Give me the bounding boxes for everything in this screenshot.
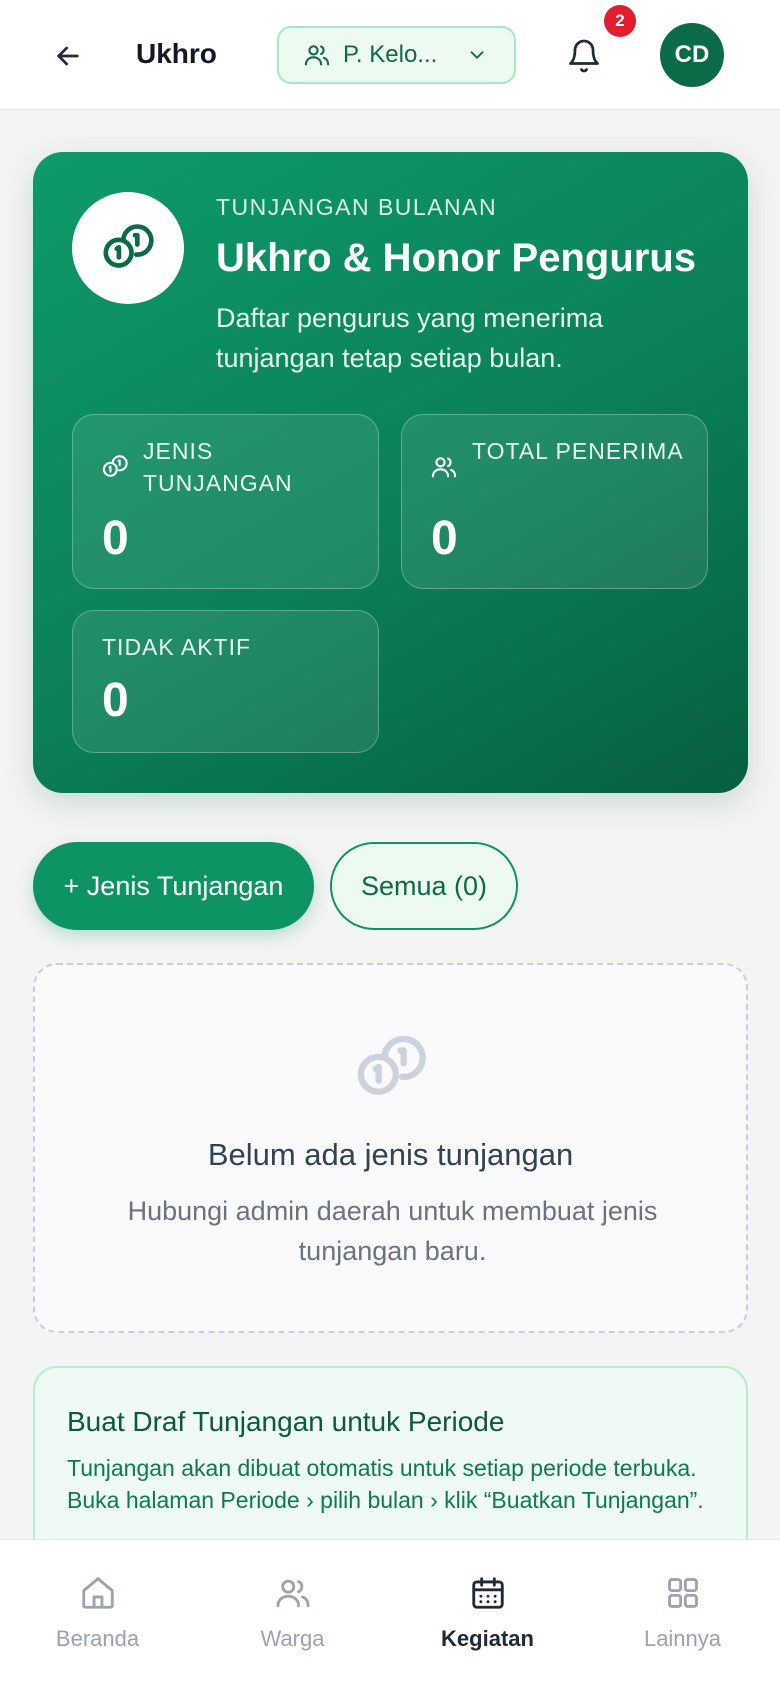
stat-label: TOTAL PENERIMA — [472, 438, 684, 464]
nav-item-lainnya[interactable]: Lainnya — [585, 1540, 780, 1688]
grid-icon — [667, 1578, 698, 1608]
stat-value: 0 — [102, 674, 129, 727]
nav-label: Lainnya — [643, 1626, 722, 1651]
stat-label: JENIS TUNJANGAN — [143, 438, 293, 496]
stat-value: 0 — [431, 512, 458, 565]
hero-eyebrow: TUNJANGAN BULANAN — [216, 194, 498, 220]
filter-all-chip[interactable]: Semua (0) — [330, 842, 518, 930]
chevron-down-icon — [470, 51, 484, 59]
home-icon — [81, 1577, 114, 1609]
stat-tidak-aktif: TIDAK AKTIF 0 — [72, 610, 379, 753]
empty-state-description: Hubungi admin daerah untuk membuat jenis… — [127, 1196, 658, 1266]
coins-icon — [103, 224, 154, 268]
info-card-description: Tunjangan akan dibuat otomatis untuk set… — [67, 1455, 704, 1513]
empty-state-title: Belum ada jenis tunjangan — [207, 1137, 574, 1172]
page-title: Ukhro — [136, 38, 217, 69]
stat-jenis-tunjangan: JENIS TUNJANGAN 0 — [72, 414, 379, 589]
stat-total-penerima: TOTAL PENERIMA 0 — [401, 414, 708, 589]
users-icon — [431, 457, 457, 478]
group-select-label: P. Kelo... — [343, 41, 438, 68]
coins-icon — [357, 1035, 426, 1095]
notification-badge: 2 — [604, 5, 636, 37]
nav-item-warga[interactable]: Warga — [195, 1540, 390, 1688]
coins-icon — [102, 455, 128, 477]
bell-icon — [569, 39, 599, 73]
calendar-icon — [471, 1577, 504, 1609]
stat-label: TIDAK AKTIF — [102, 634, 252, 660]
empty-state: Belum ada jenis tunjangan Hubungi admin … — [33, 963, 748, 1333]
stat-value: 0 — [102, 512, 129, 565]
hero-description: Daftar pengurus yang menerima tunjangan … — [216, 303, 604, 373]
nav-label: Beranda — [55, 1626, 140, 1651]
arrow-left-icon — [57, 46, 79, 66]
info-card-title: Buat Draf Tunjangan untuk Periode — [67, 1406, 505, 1437]
back-button[interactable] — [44, 32, 92, 80]
nav-item-kegiatan[interactable]: Kegiatan — [390, 1540, 585, 1688]
add-allowance-type-button[interactable]: + Jenis Tunjangan — [33, 842, 314, 930]
nav-item-beranda[interactable]: Beranda — [0, 1540, 195, 1688]
bottom-navigation: Beranda Warga Kegiatan Lainnya — [0, 1539, 780, 1688]
notifications-button[interactable] — [560, 32, 608, 80]
nav-label: Kegiatan — [441, 1626, 534, 1651]
nav-label: Warga — [260, 1626, 325, 1651]
users-icon — [276, 1579, 309, 1608]
hero-icon-circle — [72, 192, 184, 304]
group-select[interactable]: P. Kelo... — [277, 26, 516, 84]
top-app-bar: Ukhro P. Kelo... 2 CD — [0, 0, 780, 110]
allowance-summary-card: TUNJANGAN BULANAN Ukhro & Honor Pengurus… — [33, 152, 748, 793]
hero-title: Ukhro & Honor Pengurus — [216, 236, 697, 280]
users-icon — [304, 45, 330, 66]
avatar[interactable]: CD — [660, 23, 724, 87]
